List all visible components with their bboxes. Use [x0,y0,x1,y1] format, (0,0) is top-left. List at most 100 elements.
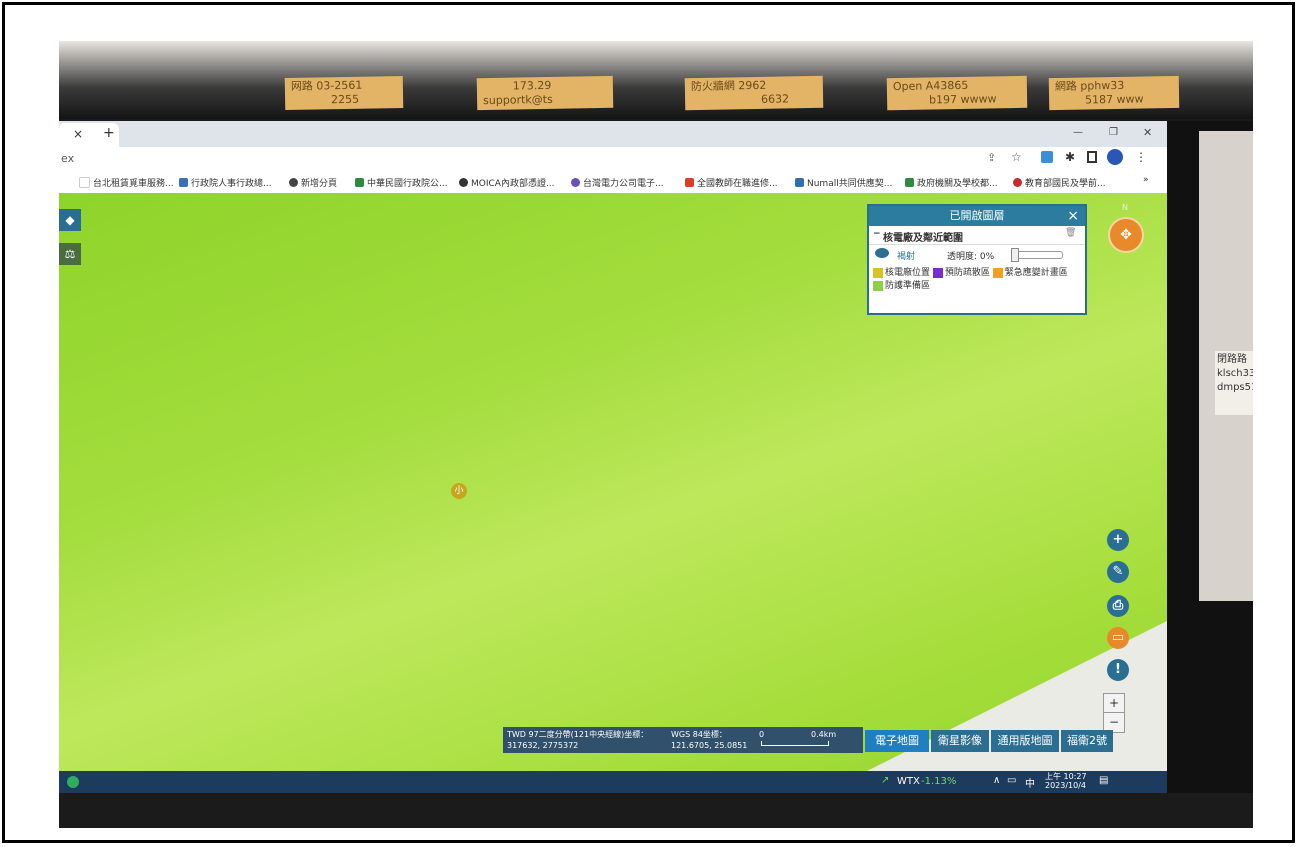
legend-swatch [992,267,1003,278]
ime-indicator[interactable]: 中 [1025,775,1035,790]
address-bar[interactable]: ex ⇪ ☆ ✱ ⋮ [59,147,1167,171]
side-sticky-note: 閉路路 klsch33 dmps5113 [1215,351,1253,415]
taskbar: ↗ WTX -1.13% ∧ ▭ 中 上午 10:27 2023/10/4 ▤ [59,771,1167,793]
bookmark-icon [795,178,804,187]
sticky-note: Open A43865 b197 wwww [886,75,1028,111]
map-type-electronic[interactable]: 電子地圖 [865,730,929,752]
nuclear-plant-icon [873,267,883,278]
legend-item: 預防疏散區 [932,267,990,278]
eye-icon[interactable] [875,248,889,258]
side-wall: 閉路路 klsch33 dmps5113 [1199,131,1253,601]
legend-layer-row: − 核電廠及鄰近範圍 🗑 [869,226,1085,245]
bookmark-icon [289,178,298,187]
twd-value: 317632, 2775372 [507,741,579,750]
wgs-label: WGS 84坐標： [671,730,727,739]
map-type-general[interactable]: 通用版地圖 [991,730,1059,752]
bookmark-item[interactable]: 行政院人事行政總... [179,176,272,189]
coordinate-readout: TWD 97二度分帶(121中央經線)坐標： 317632, 2775372 W… [503,727,863,753]
legend-swatch [873,280,883,291]
bookmark-icon [685,178,694,187]
opacity-slider-handle[interactable] [1011,248,1019,262]
sticky-note: 網路 pphw33 5187 www [1048,75,1180,111]
bookmark-item[interactable]: 台灣電力公司電子... [571,176,664,189]
layers-tool-button[interactable]: ◆ [59,209,81,231]
bookmark-icon [79,177,90,188]
notification-icon[interactable]: ▤ [1099,775,1108,786]
legend-controls: 褐射 透明度: 0% [869,245,1085,263]
stock-chart-icon: ↗ [881,775,890,786]
compass-icon[interactable]: N ✥ [1108,203,1144,253]
puzzle-icon[interactable]: ✱ [1065,150,1075,164]
twd-label: TWD 97二度分帶(121中央經線)坐標： [507,730,649,739]
bookmark-item[interactable]: 全國教師在職進修... [685,176,778,189]
layer-legend-panel: 已開啟圖層 × − 核電廠及鄰近範圍 🗑 褐射 透明度: 0% 核電廠位置 預防… [867,204,1087,315]
monitor-screen: × + — ❐ ✕ ex ⇪ ☆ ✱ ⋮ 台北租賃覓車服務... 行政院人事行政… [59,121,1167,793]
zoom-in-button[interactable]: + [1104,694,1124,713]
tab-close-icon[interactable]: × [73,127,83,141]
menu-icon[interactable]: ⋮ [1135,150,1147,164]
bookmark-item[interactable]: 中華民國行政院公... [355,176,448,189]
share-icon[interactable]: ⇪ [987,151,996,164]
legend-items: 核電廠位置 預防疏散區 緊急應變計畫區 防護準備區 [869,263,1085,299]
legend-swatch [932,267,943,278]
chevron-up-icon[interactable]: ∧ [993,775,1000,786]
monitor-photo: 网路 03-2561 2255 173.29 supportk@ts 防火牆網 29… [59,41,1253,828]
bookmark-item[interactable]: 教育部國民及學前... [1013,176,1106,189]
legend-item: 防護準備區 [873,280,930,291]
browser-tab-bar: × + — ❐ ✕ [59,121,1167,147]
legend-item: 核電廠位置 [873,267,930,278]
sticky-note: 网路 03-2561 2255 [284,75,404,111]
bookmark-icon [355,178,364,187]
star-icon[interactable]: ☆ [1011,150,1022,164]
bookmark-icon [459,178,468,187]
keyboard-icon[interactable]: ▭ [1007,775,1016,786]
sticky-note: 173.29 supportk@ts [476,75,614,111]
bookmark-icon [179,178,188,187]
minimize-button[interactable]: — [1073,127,1083,138]
url-text: ex [61,152,75,165]
legend-title: 已開啟圖層 [949,209,1005,222]
extension-icon[interactable] [1041,151,1053,163]
bookmark-item[interactable]: 新增分頁 [289,176,337,189]
zoom-out-button[interactable]: − [1104,713,1124,731]
measure-tool-button[interactable]: ⚖ [59,243,81,265]
map-marker[interactable]: 小 [451,483,467,499]
opacity-label: 透明度: 0% [947,252,995,262]
stock-change: -1.13% [921,776,957,787]
compass-north-label: N [1122,203,1128,212]
legend-item: 緊急應變計畫區 [992,267,1068,278]
book-icon[interactable]: ▭ [1107,627,1129,649]
bookmark-icon [905,178,914,187]
new-tab-button[interactable]: + [103,125,115,141]
close-button[interactable]: ✕ [1143,126,1152,139]
visibility-label: 褐射 [897,252,916,262]
bookmarks-more[interactable]: » [1143,175,1149,185]
bookmark-item[interactable]: Numall共同供應契... [795,176,892,189]
photo-frame: 网路 03-2561 2255 173.29 supportk@ts 防火牆網 29… [2,2,1295,843]
clock-date: 2023/10/4 [1045,781,1087,790]
pencil-icon[interactable]: ✎ [1107,561,1129,583]
map-type-satellite[interactable]: 衛星影像 [931,730,989,752]
trash-icon[interactable]: 🗑 [1065,228,1076,238]
bookmark-item[interactable]: 政府機關及學校都... [905,176,998,189]
bookmark-item[interactable]: 台北租賃覓車服務... [79,176,174,189]
bookmarks-bar: 台北租賃覓車服務... 行政院人事行政總... 新增分頁 中華民國行政院公...… [59,171,1167,194]
bookmark-icon [1013,178,1022,187]
map-canvas[interactable]: ◆ ⚖ 小 已開啟圖層 × − 核電廠及鄰近範圍 🗑 褐射 透明度: 0% 核電… [59,193,1167,771]
sidepanel-icon[interactable] [1087,151,1097,163]
map-type-formosat[interactable]: 福衛2號 [1061,730,1113,752]
bookmark-item[interactable]: MOICA內政部憑證... [459,176,555,189]
print-icon[interactable]: ⎙ [1107,595,1129,617]
legend-close-icon[interactable]: × [1067,206,1079,226]
info-icon[interactable]: ! [1107,659,1129,681]
bookmark-icon [571,178,580,187]
profile-avatar[interactable] [1107,149,1123,165]
sticky-note: 防火牆網 2962 6632 [684,75,824,111]
start-icon[interactable] [67,776,79,788]
layer-name: 核電廠及鄰近範圍 [883,233,963,244]
restore-button[interactable]: ❐ [1109,127,1118,138]
collapse-icon[interactable]: − [873,229,881,239]
scale-start: 0 [759,730,765,739]
zoom-plus-icon[interactable]: + [1107,529,1129,551]
monitor-bottom-bezel [59,793,1253,828]
